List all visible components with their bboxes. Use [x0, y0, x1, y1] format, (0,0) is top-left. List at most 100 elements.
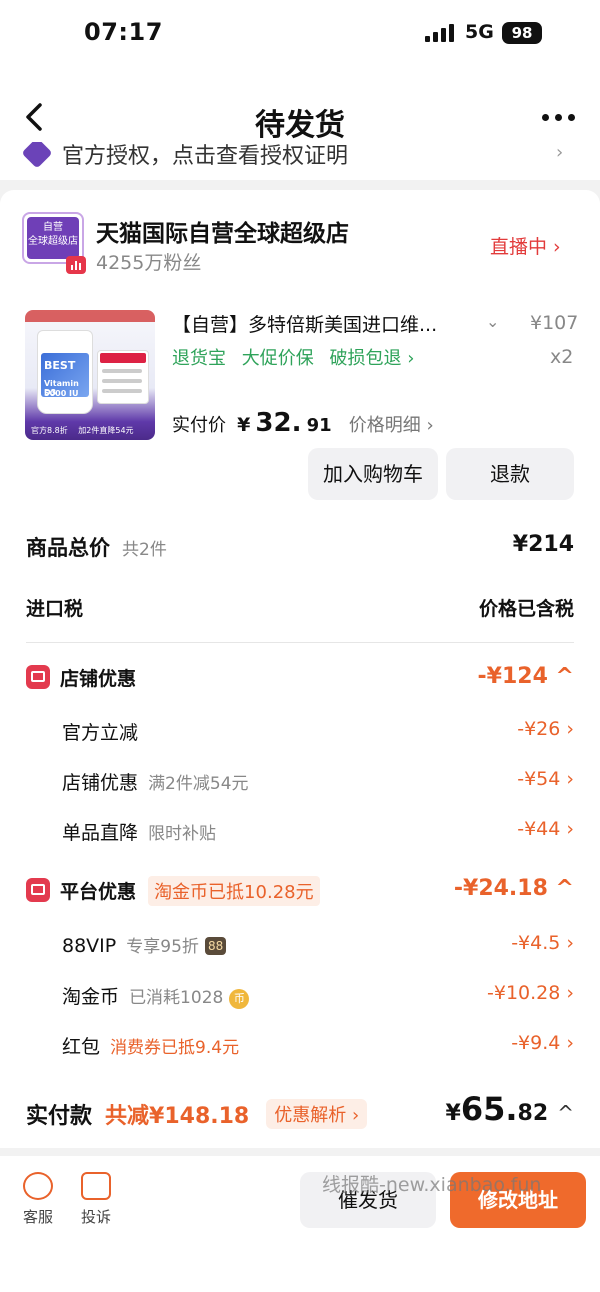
store-name[interactable]: 天猫国际自营全球超级店 — [96, 214, 349, 248]
discount-item[interactable]: 官方立减 -¥26 › — [62, 712, 574, 752]
product-info-panel — [97, 350, 149, 404]
add-to-cart-button[interactable]: 加入购物车 — [308, 448, 438, 500]
authorization-icon — [21, 140, 53, 169]
store-logo-text-top: 自营 — [43, 222, 63, 233]
discount-item-label: 单品直降 — [62, 822, 139, 844]
discount-item-note: 专享95折 — [126, 937, 199, 957]
store-icon — [26, 665, 50, 689]
final-integer: 65. — [460, 1090, 518, 1128]
service-tags[interactable]: 退货宝 大促价保 破损包退 › — [172, 344, 424, 370]
store-discount-value: -¥124 ^ — [477, 664, 574, 689]
more-icon[interactable] — [542, 114, 575, 121]
coin-icon: 币 — [229, 989, 250, 1009]
paid-price-decimal: 91 — [306, 415, 332, 436]
discount-item-note: 已消耗1028 — [129, 988, 224, 1008]
discount-item-note: 消费券已抵9.4元 — [110, 1038, 240, 1058]
chevron-down-icon[interactable]: ⌄ — [486, 312, 499, 331]
discount-item-value: -¥54 › — [517, 768, 574, 790]
final-currency: ¥ — [445, 1101, 461, 1126]
service-tag: 破损包退 › — [329, 348, 415, 369]
divider — [26, 642, 574, 643]
discount-item-value: -¥44 › — [517, 818, 574, 840]
network-type: 5G — [465, 21, 494, 43]
store-logo-text-bottom: 全球超级店 — [28, 236, 78, 247]
discount-item-value: -¥9.4 › — [511, 1032, 574, 1054]
platform-discount-row[interactable]: 平台优惠 淘金币已抵10.28元 -¥24.18 ^ — [26, 870, 574, 910]
final-payment-value[interactable]: ¥65.82 ^ — [446, 1090, 574, 1128]
product-image-dose: 5000 IU — [44, 389, 79, 398]
discount-item[interactable]: 88VIP 专享95折 88 -¥4.5 › — [62, 926, 574, 966]
live-bars-icon — [66, 256, 86, 274]
final-payment-label: 实付款 — [26, 1104, 93, 1129]
product-image[interactable]: BEST Vitamin D3 5000 IU 官方8.8折 加2件直降54元 — [25, 310, 155, 440]
chevron-up-icon: ^ — [557, 1101, 574, 1125]
complaint-icon — [81, 1172, 111, 1200]
discount-item[interactable]: 淘金币 已消耗1028 币 -¥10.28 › — [62, 976, 574, 1016]
discount-item-value: -¥4.5 › — [511, 932, 574, 954]
customer-service-button[interactable]: 客服 — [18, 1172, 58, 1227]
notice-text: 官方授权，点击查看授权证明 — [62, 144, 349, 169]
paid-price-row: 实付价 ¥ 32. 91 价格明细 › — [172, 408, 434, 438]
store-fans: 4255万粉丝 — [96, 252, 202, 274]
taojinbi-tag: 淘金币已抵10.28元 — [148, 876, 320, 906]
import-tax-value: 价格已含税 — [478, 598, 574, 620]
complaint-button[interactable]: 投诉 — [76, 1172, 116, 1227]
customer-service-icon — [23, 1172, 53, 1200]
paid-price-label: 实付价 — [172, 415, 226, 436]
nav-bar: 待发货 — [0, 70, 600, 143]
discount-item-label: 红包 — [62, 1036, 101, 1058]
product-image-footer: 官方8.8折 加2件直降54元 — [31, 426, 134, 435]
product-price: ¥107 — [530, 312, 579, 334]
discount-item-label: 淘金币 — [62, 986, 120, 1008]
signal-icon — [425, 24, 454, 42]
discount-item-note: 限时补贴 — [148, 824, 217, 844]
refund-button[interactable]: 退款 — [446, 448, 574, 500]
status-time: 07:17 — [84, 18, 163, 46]
complaint-label: 投诉 — [80, 1208, 111, 1226]
discount-item[interactable]: 店铺优惠 满2件减54元 -¥54 › — [62, 762, 574, 802]
order-card: 自营 全球超级店 天猫国际自营全球超级店 4255万粉丝 直播中 › BEST … — [0, 190, 600, 512]
store-discount-row[interactable]: 店铺优惠 -¥124 ^ — [26, 658, 574, 698]
goods-count: 共2件 — [122, 540, 167, 560]
discount-item-label: 88VIP — [62, 935, 117, 957]
product-image-brand: BEST — [44, 359, 76, 372]
import-tax-label: 进口税 — [26, 598, 84, 620]
import-tax-row: 进口税 价格已含税 — [26, 588, 574, 628]
discount-item-label: 店铺优惠 — [62, 772, 139, 794]
discount-item-label: 官方立减 — [62, 722, 139, 744]
chevron-right-icon: › — [556, 142, 564, 163]
platform-icon — [26, 878, 50, 902]
status-bar: 07:17 5G 98 — [0, 0, 600, 70]
discount-item[interactable]: 单品直降 限时补贴 -¥44 › — [62, 812, 574, 852]
final-payment-row: 实付款 共减¥148.18 优惠解析 › ¥65.82 ^ — [26, 1090, 574, 1140]
product-title[interactable]: 【自营】多特倍斯美国进口维... — [172, 310, 437, 337]
discount-item-value: -¥26 › — [517, 718, 574, 740]
88vip-badge-icon: 88 — [204, 937, 227, 955]
watermark: 线报酷-new.xianbao.fun — [322, 1174, 542, 1196]
store-discount-label: 店铺优惠 — [60, 668, 137, 690]
authorization-notice[interactable]: 官方授权，点击查看授权证明 › — [0, 140, 600, 180]
bottle-illustration: BEST Vitamin D3 5000 IU — [37, 330, 93, 414]
discount-item[interactable]: 红包 消费券已抵9.4元 -¥9.4 › — [62, 1026, 574, 1066]
price-detail-link[interactable]: 价格明细 › — [349, 415, 434, 436]
paid-price-currency: ¥ — [237, 414, 251, 436]
customer-service-label: 客服 — [22, 1208, 53, 1226]
discount-analysis-link[interactable]: 优惠解析 › — [266, 1099, 368, 1129]
goods-total-label: 商品总价 — [26, 536, 110, 560]
service-tag: 大促价保 — [241, 348, 314, 369]
platform-discount-value: -¥24.18 ^ — [453, 876, 574, 901]
discount-item-note: 满2件减54元 — [148, 774, 249, 794]
discount-item-value: -¥10.28 › — [487, 982, 574, 1004]
page-title: 待发货 — [255, 108, 345, 143]
platform-discount-label: 平台优惠 — [60, 881, 137, 903]
live-link[interactable]: 直播中 › — [490, 232, 561, 259]
product-quantity: x2 — [550, 346, 574, 368]
battery-icon: 98 — [502, 22, 542, 44]
final-decimal: 82 — [517, 1101, 549, 1126]
service-tag: 退货宝 — [172, 348, 226, 369]
goods-total-value: ¥214 — [512, 532, 574, 557]
price-summary: 商品总价 共2件 ¥214 进口税 价格已含税 店铺优惠 -¥124 ^ 官方立… — [0, 512, 600, 1148]
total-saved: 共减¥148.18 — [105, 1104, 250, 1129]
goods-total-row: 商品总价 共2件 ¥214 — [26, 526, 574, 566]
paid-price-integer: 32. — [255, 408, 302, 438]
